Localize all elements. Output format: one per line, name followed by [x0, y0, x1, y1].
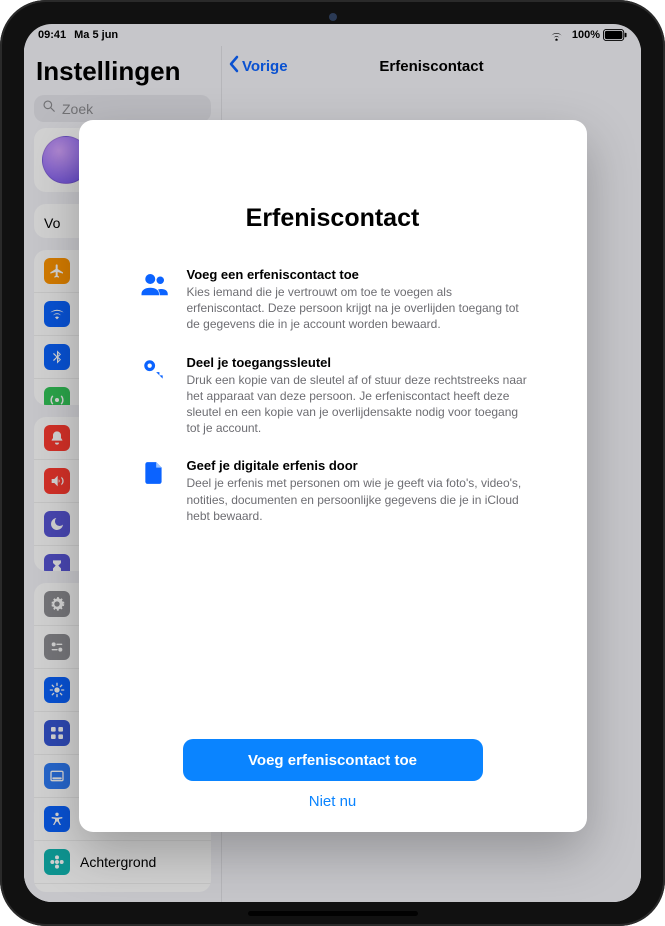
status-bar: 09:41 Ma 5 jun 100% [24, 24, 641, 46]
legacy-contact-sheet: Erfeniscontact Voeg een erfeniscontact t… [79, 120, 587, 832]
info-body: Kies iemand die je vertrouwt om toe te v… [187, 284, 529, 333]
info-heading: Deel je toegangssleutel [187, 355, 529, 370]
device-frame: 09:41 Ma 5 jun 100% Instellingen [0, 0, 665, 926]
document-icon [137, 458, 171, 524]
info-row-pass-legacy: Geef je digitale erfenis door Deel je er… [137, 458, 529, 524]
info-body: Deel je erfenis met personen om wie je g… [187, 475, 529, 524]
not-now-button[interactable]: Niet nu [309, 793, 357, 810]
status-time: 09:41 [38, 29, 66, 41]
info-heading: Geef je digitale erfenis door [187, 458, 529, 473]
status-date: Ma 5 jun [74, 29, 118, 41]
wifi-icon [549, 30, 564, 41]
people-icon [137, 267, 171, 333]
info-body: Druk een kopie van de sleutel af of stuu… [187, 372, 529, 437]
battery-percent: 100% [572, 29, 600, 41]
info-row-share-key: Deel je toegangssleutel Druk een kopie v… [137, 355, 529, 437]
info-heading: Voeg een erfeniscontact toe [187, 267, 529, 282]
sheet-title: Erfeniscontact [137, 204, 529, 233]
home-indicator[interactable] [248, 911, 418, 916]
front-camera-dot [329, 13, 337, 21]
battery-icon [603, 29, 627, 41]
screen: 09:41 Ma 5 jun 100% Instellingen [24, 24, 641, 902]
info-row-add-contact: Voeg een erfeniscontact toe Kies iemand … [137, 267, 529, 333]
key-icon [137, 355, 171, 437]
add-legacy-contact-button[interactable]: Voeg erfeniscontact toe [183, 739, 483, 781]
